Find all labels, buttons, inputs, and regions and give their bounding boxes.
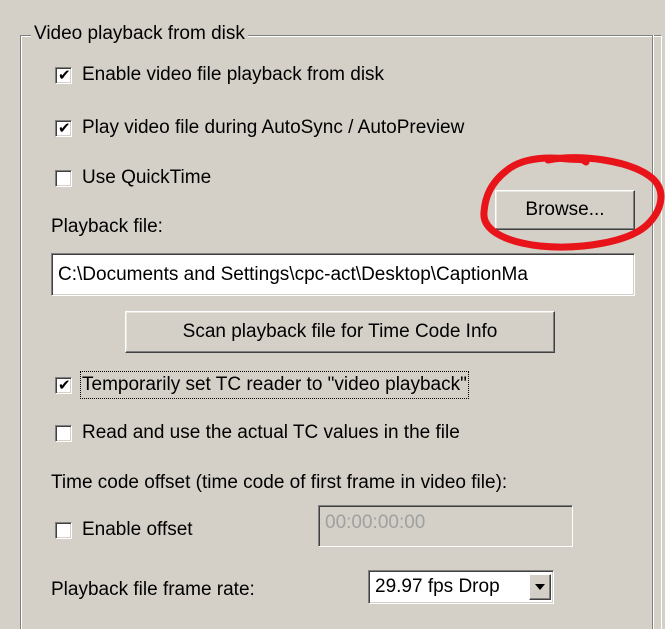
read-actual-tc-label: Read and use the actual TC values in the… — [82, 422, 460, 443]
groupbox-right-edge — [652, 35, 653, 629]
use-quicktime-label: Use QuickTime — [82, 167, 212, 188]
offset-input[interactable]: 00:00:00:00 — [318, 505, 573, 547]
temp-set-tc-reader-checkbox-box[interactable]: ✔ — [55, 375, 72, 394]
playback-file-label: Playback file: — [51, 216, 163, 237]
scan-playback-file-button[interactable]: Scan playback file for Time Code Info — [125, 311, 555, 353]
check-mark-icon: ✔ — [58, 118, 71, 137]
frame-rate-dropdown-button[interactable] — [529, 574, 551, 600]
check-mark-icon: ✔ — [58, 375, 71, 394]
browse-button[interactable]: Browse... — [495, 190, 635, 230]
temp-set-tc-reader-label: Temporarily set TC reader to "video play… — [80, 371, 469, 399]
playback-file-input[interactable]: C:\Documents and Settings\cpc-act\Deskto… — [51, 253, 635, 296]
offset-value: 00:00:00:00 — [325, 512, 426, 533]
browse-button-label: Browse... — [525, 199, 605, 220]
enable-offset-label: Enable offset — [82, 519, 193, 540]
enable-playback-checkbox-box[interactable]: ✔ — [55, 65, 72, 84]
playback-file-value: C:\Documents and Settings\cpc-act\Deskto… — [58, 263, 528, 285]
play-during-autosync-label: Play video file during AutoSync / AutoPr… — [82, 117, 465, 138]
enable-playback-label: Enable video file playback from disk — [82, 64, 385, 85]
enable-offset-checkbox-box[interactable] — [55, 521, 72, 539]
read-actual-tc-checkbox[interactable]: Read and use the actual TC values in the… — [55, 421, 460, 445]
dialog-panel: Video playback from disk ✔ Enable video … — [0, 0, 665, 629]
play-during-autosync-checkbox[interactable]: ✔ Play video file during AutoSync / Auto… — [55, 116, 464, 140]
chevron-down-icon — [535, 584, 545, 590]
check-mark-icon: ✔ — [58, 65, 71, 84]
frame-rate-label: Playback file frame rate: — [51, 579, 255, 600]
frame-rate-value: 29.97 fps Drop — [375, 576, 500, 597]
temp-set-tc-reader-checkbox[interactable]: ✔ Temporarily set TC reader to "video pl… — [55, 371, 469, 399]
use-quicktime-checkbox-box[interactable] — [55, 169, 72, 187]
enable-offset-checkbox[interactable]: Enable offset — [55, 518, 193, 542]
time-code-offset-heading: Time code offset (time code of first fra… — [51, 472, 508, 493]
use-quicktime-checkbox[interactable]: Use QuickTime — [55, 166, 211, 190]
scan-button-label: Scan playback file for Time Code Info — [182, 321, 498, 342]
frame-rate-select[interactable]: 29.97 fps Drop — [368, 570, 554, 604]
play-during-autosync-checkbox-box[interactable]: ✔ — [55, 118, 72, 137]
read-actual-tc-checkbox-box[interactable] — [55, 424, 72, 442]
group-title: Video playback from disk — [31, 22, 248, 46]
enable-playback-checkbox[interactable]: ✔ Enable video file playback from disk — [55, 63, 384, 87]
